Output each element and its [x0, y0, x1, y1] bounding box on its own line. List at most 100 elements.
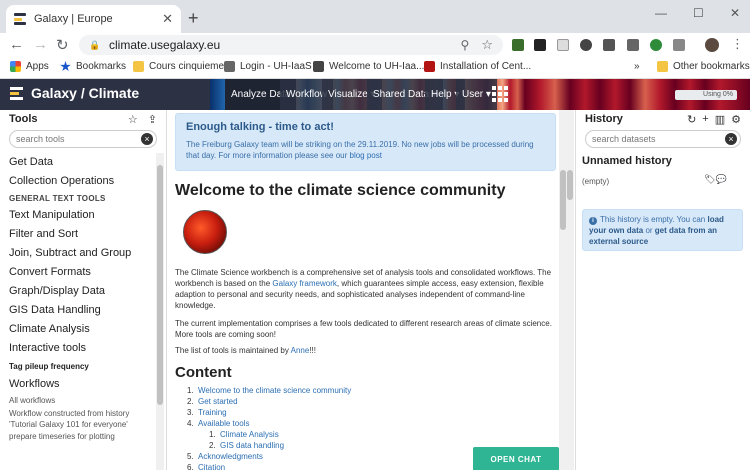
columns-view-icon[interactable]: ▥ [715, 113, 725, 126]
history-side-scrollbar[interactable] [566, 110, 574, 470]
toc-item: 4. Available tools [187, 418, 351, 429]
extension-icon-6[interactable] [627, 39, 639, 51]
toc-item: 1. Climate Analysis [187, 429, 351, 440]
bookmarks-overflow[interactable]: » [634, 61, 640, 72]
galaxy-brand[interactable]: Galaxy / Climate [10, 85, 139, 101]
quota-meter[interactable]: Using 0% [675, 90, 737, 100]
toc-link[interactable]: GIS data handling [220, 441, 284, 450]
history-panel-header: History ↻ + ▥ ⚙ [576, 110, 750, 128]
tab-close-icon[interactable]: ✕ [162, 11, 173, 27]
window-close-icon[interactable]: ✕ [730, 6, 740, 20]
tags-icon[interactable]: 🏷 [704, 174, 715, 184]
toc-number: 3. [187, 408, 194, 417]
extension-icon-3[interactable] [557, 39, 569, 51]
bookmark-bookmarks[interactable]: Bookmarks [60, 61, 126, 72]
url-bar[interactable]: 🔒 climate.usegalaxy.eu ⚲ ☆ [79, 35, 503, 55]
tool-panel-scrollbar[interactable] [156, 153, 164, 470]
bookmark-login-uh-iaas[interactable]: Login - UH-IaaS [224, 61, 312, 72]
tool-list-item[interactable]: Get Data [0, 153, 155, 172]
extension-icon-7[interactable] [650, 39, 662, 51]
tool-list-item[interactable]: 'Tutorial Galaxy 101 for everyone' [0, 419, 155, 430]
history-tag-annotate-icons: 🏷💬 [704, 174, 727, 185]
back-arrow-icon[interactable]: ← [9, 36, 24, 53]
dataset-search-input[interactable]: search datasets × [585, 130, 741, 148]
toc-link[interactable]: Citation [198, 463, 225, 470]
upload-icon[interactable]: ⇪ [148, 113, 157, 126]
bookmark-other[interactable]: Other bookmarks [657, 61, 750, 72]
bookmark-cours-cinquieme[interactable]: Cours cinquieme [133, 61, 224, 72]
zoom-search-icon[interactable]: ⚲ [461, 38, 470, 52]
toc-number: 6. [187, 463, 194, 470]
history-options-gear-icon[interactable]: ⚙ [731, 113, 741, 126]
apps-grid-icon[interactable] [492, 86, 508, 102]
galaxy-framework-link[interactable]: Galaxy framework [272, 279, 336, 288]
extension-icon-4[interactable] [580, 39, 592, 51]
tool-list-item[interactable]: Join, Subtract and Group [0, 244, 155, 263]
bookmark-star-icon[interactable]: ☆ [481, 37, 493, 53]
minimize-icon[interactable]: — [655, 6, 667, 20]
maintainer-text: The list of tools is maintained by [175, 346, 291, 355]
bookmark-welcome-uh-iaas[interactable]: Welcome to UH-Iaa... [313, 61, 424, 72]
climate-logo-image [183, 210, 227, 254]
history-panel-title: History [585, 113, 623, 125]
open-chat-button[interactable]: OPEN CHAT [473, 447, 559, 470]
tool-list-item[interactable]: Tag pileup frequency [0, 358, 155, 375]
clear-search-icon[interactable]: × [725, 133, 737, 145]
toc-link[interactable]: Acknowledgments [198, 452, 263, 461]
tool-list-item[interactable]: Graph/Display Data [0, 282, 155, 301]
refresh-icon[interactable]: ↻ [687, 113, 696, 126]
toc-link[interactable]: Welcome to the climate science community [198, 386, 351, 395]
browser-tab[interactable]: Galaxy | Europe ✕ [6, 5, 181, 33]
empty-history-message: i This history is empty. You can load you… [582, 209, 743, 251]
forward-arrow-icon[interactable]: → [33, 36, 48, 53]
reload-icon[interactable]: ↻ [56, 36, 69, 54]
favorites-star-icon[interactable]: ☆ [128, 113, 138, 126]
intro-paragraph: The Climate Science workbench is a compr… [175, 267, 557, 311]
new-history-plus-icon[interactable]: + [702, 113, 708, 126]
tool-panel: Tools ☆ ⇪ search tools × Get Data Collect… [0, 110, 167, 470]
tool-list-item[interactable]: GIS Data Handling [0, 301, 155, 320]
toc-number: 1. [187, 386, 194, 395]
implementation-paragraph: The current implementation comprises a f… [175, 319, 552, 339]
annotation-comment-icon[interactable]: 💬 [715, 174, 726, 184]
toc-link[interactable]: Get started [198, 397, 238, 406]
extension-icon-1[interactable] [512, 39, 524, 51]
browser-menu-icon[interactable]: ⋮ [731, 36, 744, 52]
strike-alert: Enough talking - time to act! The Freibu… [175, 113, 556, 171]
tool-list-item[interactable]: Workflow constructed from history [0, 408, 155, 419]
tool-list-item[interactable]: Climate Analysis [0, 320, 155, 339]
tool-list-item[interactable]: Convert Formats [0, 263, 155, 282]
bookmarks-bar: Apps Bookmarks Cours cinquieme Login - U… [0, 57, 750, 79]
history-name[interactable]: Unnamed history [582, 155, 672, 167]
tool-list-item[interactable]: Interactive tools [0, 339, 155, 358]
tool-list-item[interactable]: Text Manipulation [0, 206, 155, 225]
nav-user[interactable]: User ▾ [456, 79, 497, 110]
toc-item: 5. Acknowledgments [187, 451, 351, 462]
bookmark-installation[interactable]: Installation of Cent... [424, 61, 531, 72]
tool-list: Get Data Collection Operations GENERAL TEX… [0, 153, 155, 444]
toc-link[interactable]: Available tools [198, 419, 249, 428]
extension-icon-2[interactable] [534, 39, 546, 51]
toc-link[interactable]: Training [198, 408, 227, 417]
tool-list-item[interactable]: Filter and Sort [0, 225, 155, 244]
maximize-icon[interactable]: ☐ [693, 6, 704, 20]
extension-icon-5[interactable] [603, 39, 615, 51]
tool-list-item[interactable]: prepare timeseries for plotting [0, 430, 155, 444]
clear-search-icon[interactable]: × [141, 133, 153, 145]
tool-search-input[interactable]: search tools × [9, 130, 157, 148]
toc-item: 3. Training [187, 407, 351, 418]
toc-link[interactable]: Climate Analysis [220, 430, 279, 439]
tool-list-item[interactable]: Collection Operations [0, 172, 155, 191]
maintainer-link[interactable]: Anne [291, 346, 310, 355]
bookmark-apps[interactable]: Apps [10, 61, 49, 72]
tool-list-item[interactable]: All workflows [0, 394, 155, 408]
profile-avatar[interactable] [705, 38, 719, 52]
scrollbar-thumb[interactable] [157, 165, 163, 405]
new-tab-icon[interactable]: + [188, 8, 199, 29]
galaxy-logo-icon [10, 86, 23, 100]
scrollbar-thumb[interactable] [567, 170, 573, 200]
blog-post-link[interactable]: blog post [350, 151, 382, 160]
extension-icon-8[interactable] [673, 39, 685, 51]
galaxy-favicon-icon [14, 13, 26, 25]
tool-list-item[interactable]: Workflows [0, 375, 155, 394]
